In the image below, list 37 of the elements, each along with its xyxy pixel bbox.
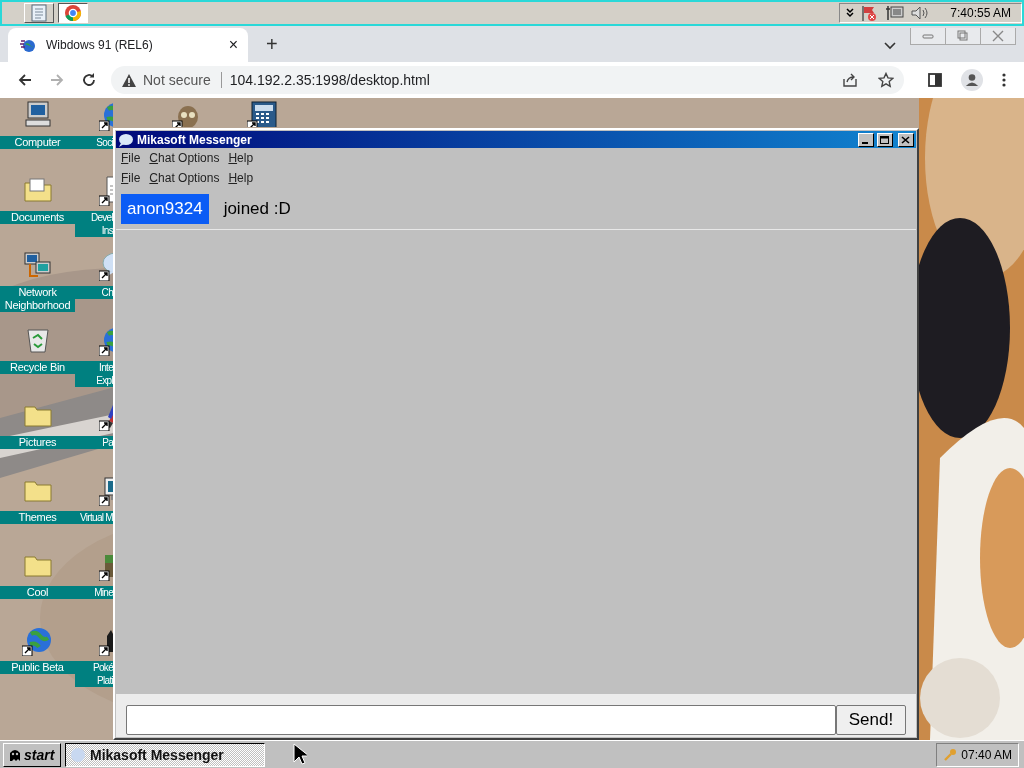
taskbar-button[interactable]: Mikasoft Messenger xyxy=(65,742,265,767)
icon-label[interactable]: Network Neighborhood xyxy=(0,286,75,312)
close-button[interactable]: × xyxy=(228,36,238,54)
security-label: Not secure xyxy=(143,72,222,88)
icon-label[interactable]: Devel Ins xyxy=(75,211,113,237)
icon-label[interactable]: Public Beta xyxy=(0,661,75,674)
username-tag: anon9324 xyxy=(121,194,209,224)
icon-label[interactable]: Computer xyxy=(0,136,75,149)
menu-item[interactable]: File xyxy=(121,151,141,166)
menu-item[interactable]: Chat Options xyxy=(149,151,220,166)
url-text: 104.192.2.35:1998/desktop.html xyxy=(228,72,430,88)
address-bar[interactable]: Not secure 104.192.2.35:1998/desktop.html xyxy=(111,66,904,94)
icon-label[interactable]: Pa xyxy=(75,436,113,449)
start-button[interactable]: start xyxy=(3,742,61,767)
menu-item[interactable]: Help xyxy=(228,151,254,166)
message-text: joined :D xyxy=(223,199,291,219)
icon-label[interactable]: Soci xyxy=(75,136,113,149)
icon-label[interactable]: Pictures xyxy=(0,436,75,449)
menu-item[interactable]: Chat Options xyxy=(149,171,220,186)
browser-tab[interactable]: Wibdows 91 (REL6) × xyxy=(8,28,248,62)
icon-label[interactable]: Themes xyxy=(0,511,75,524)
tab-title: Wibdows 91 (REL6) xyxy=(46,38,154,52)
icon-label[interactable]: Cool xyxy=(0,586,75,599)
send-button[interactable]: Send! xyxy=(836,704,906,735)
icon-label[interactable]: Ch xyxy=(75,286,113,299)
icon-label[interactable]: Virtual M xyxy=(75,511,113,524)
icon-label[interactable]: Recycle Bin xyxy=(0,361,75,374)
menu-item[interactable]: Help xyxy=(228,171,254,186)
icon-label[interactable]: Documents xyxy=(0,211,75,224)
icon-label[interactable]: Mine xyxy=(75,586,113,599)
menu-item[interactable]: File xyxy=(121,171,141,186)
icon-label[interactable]: Poké Plati xyxy=(75,661,113,687)
new-tab-button[interactable]: + xyxy=(266,33,278,56)
clock-time: 7:40:55 AM xyxy=(950,6,1011,20)
window-title: Mikasoft Messenger xyxy=(137,132,252,147)
icon-label[interactable]: Inte Expl xyxy=(75,361,113,387)
clock-time: 07:40 AM xyxy=(961,747,1012,762)
